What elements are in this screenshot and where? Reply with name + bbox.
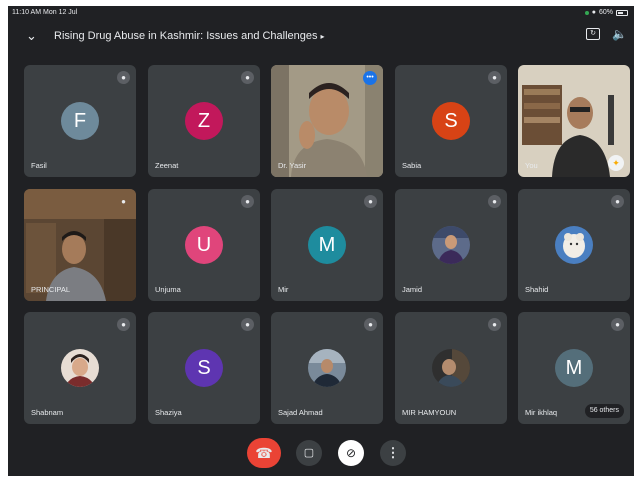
participant-tile[interactable]: Z ● Zeenat (148, 65, 260, 177)
avatar: M (555, 349, 593, 387)
avatar (555, 226, 593, 264)
caret-right-icon: ▸ (320, 32, 325, 41)
avatar: M (308, 226, 346, 264)
mic-off-icon: ● (611, 195, 624, 208)
mic-off-icon: ● (488, 71, 501, 84)
mic-off-icon: ● (241, 195, 254, 208)
participant-tile[interactable]: M ● Mir ikhlaq 56 others (518, 312, 630, 424)
participant-name: You (525, 161, 538, 170)
camera-switch-icon[interactable]: ↻ (586, 28, 600, 40)
participant-tile[interactable]: S ● Shaziya (148, 312, 260, 424)
effects-sparkle-icon[interactable]: ✦ (608, 155, 624, 171)
participant-name: Sajad Ahmad (278, 408, 323, 417)
avatar (432, 349, 470, 387)
end-call-icon: ☎ (255, 445, 273, 461)
wifi-icon: ● (591, 9, 596, 16)
status-time: 11:10 AM Mon 12 Jul (12, 9, 78, 16)
avatar (432, 226, 470, 264)
participant-name: Shaziya (155, 408, 182, 417)
self-video-tile[interactable]: ✦ You (518, 65, 630, 177)
avatar: Z (185, 102, 223, 140)
participant-tile[interactable]: F ● Fasil (24, 65, 136, 177)
participant-name: MIR HAMYOUN (402, 408, 457, 417)
participant-name: Jamid (402, 285, 423, 294)
battery-icon (616, 9, 628, 16)
participant-name: Sabia (402, 161, 422, 170)
camera-in-use-icon (584, 10, 589, 15)
camera-icon: ▢ (303, 447, 315, 459)
participant-video-tile[interactable]: ••• Dr. Yasir (271, 65, 383, 177)
participant-tile[interactable]: M ● Mir (271, 189, 383, 301)
microphone-toggle-button[interactable]: ⊘ (338, 440, 364, 466)
participant-tile[interactable]: ● Shabnam (24, 312, 136, 424)
participant-name: Mir ikhlaq (525, 408, 558, 417)
mic-off-icon: ● (241, 318, 254, 331)
participant-name: Shabnam (31, 408, 64, 417)
mic-off-icon: ⊘ (345, 446, 357, 460)
mic-off-icon: ● (241, 71, 254, 84)
avatar: S (185, 349, 223, 387)
camera-toggle-button[interactable]: ▢ (296, 440, 322, 466)
speaker-icon[interactable]: 🔈 (612, 27, 627, 41)
participant-name: Dr. Yasir (278, 161, 307, 170)
avatar: U (185, 226, 223, 264)
battery-percent: 60% (598, 9, 613, 16)
participant-tile[interactable]: ● MIR HAMYOUN (395, 312, 507, 424)
participant-tile[interactable]: ● Shahid (518, 189, 630, 301)
participant-tile[interactable]: ● Jamid (395, 189, 507, 301)
participant-tile[interactable]: U ● Unjuma (148, 189, 260, 301)
participant-name: Shahid (525, 285, 549, 294)
avatar: F (61, 102, 99, 140)
mic-off-icon: ● (117, 71, 130, 84)
participant-tile[interactable]: ● Sajad Ahmad (271, 312, 383, 424)
meeting-header: ⌄ Rising Drug Abuse in Kashmir: Issues a… (8, 24, 634, 48)
mic-off-icon: ● (364, 195, 377, 208)
chevron-down-icon[interactable]: ⌄ (26, 28, 37, 44)
participant-tile[interactable]: S ● Sabia (395, 65, 507, 177)
status-bar: 11:10 AM Mon 12 Jul ● 60% (12, 8, 628, 19)
more-options-button[interactable]: ⋮ (380, 440, 406, 466)
mic-off-icon: ● (121, 197, 126, 206)
speaking-indicator-icon: ••• (363, 71, 377, 85)
more-vert-icon: ⋮ (386, 445, 400, 460)
avatar (61, 349, 99, 387)
participant-video-tile[interactable]: ● PRINCIPAL (24, 189, 136, 301)
participant-name: PRINCIPAL (31, 285, 71, 294)
participant-name: Unjuma (155, 285, 181, 294)
mic-off-icon: ● (611, 318, 624, 331)
others-count-badge[interactable]: 56 others (584, 404, 624, 418)
participant-name: Mir (278, 285, 289, 294)
avatar (308, 349, 346, 387)
participant-name: Fasil (31, 161, 47, 170)
meeting-title[interactable]: Rising Drug Abuse in Kashmir: Issues and… (54, 30, 325, 42)
mic-off-icon: ● (488, 195, 501, 208)
call-controls: ☎ ▢ ⊘ ⋮ (8, 438, 634, 468)
mic-off-icon: ● (364, 318, 377, 331)
mic-off-icon: ● (488, 318, 501, 331)
end-call-button[interactable]: ☎ (247, 438, 281, 468)
participant-name: Zeenat (155, 161, 179, 170)
meet-screen: 11:10 AM Mon 12 Jul ● 60% ⌄ Rising Drug … (8, 6, 634, 476)
avatar: S (432, 102, 470, 140)
mic-off-icon: ● (117, 318, 130, 331)
